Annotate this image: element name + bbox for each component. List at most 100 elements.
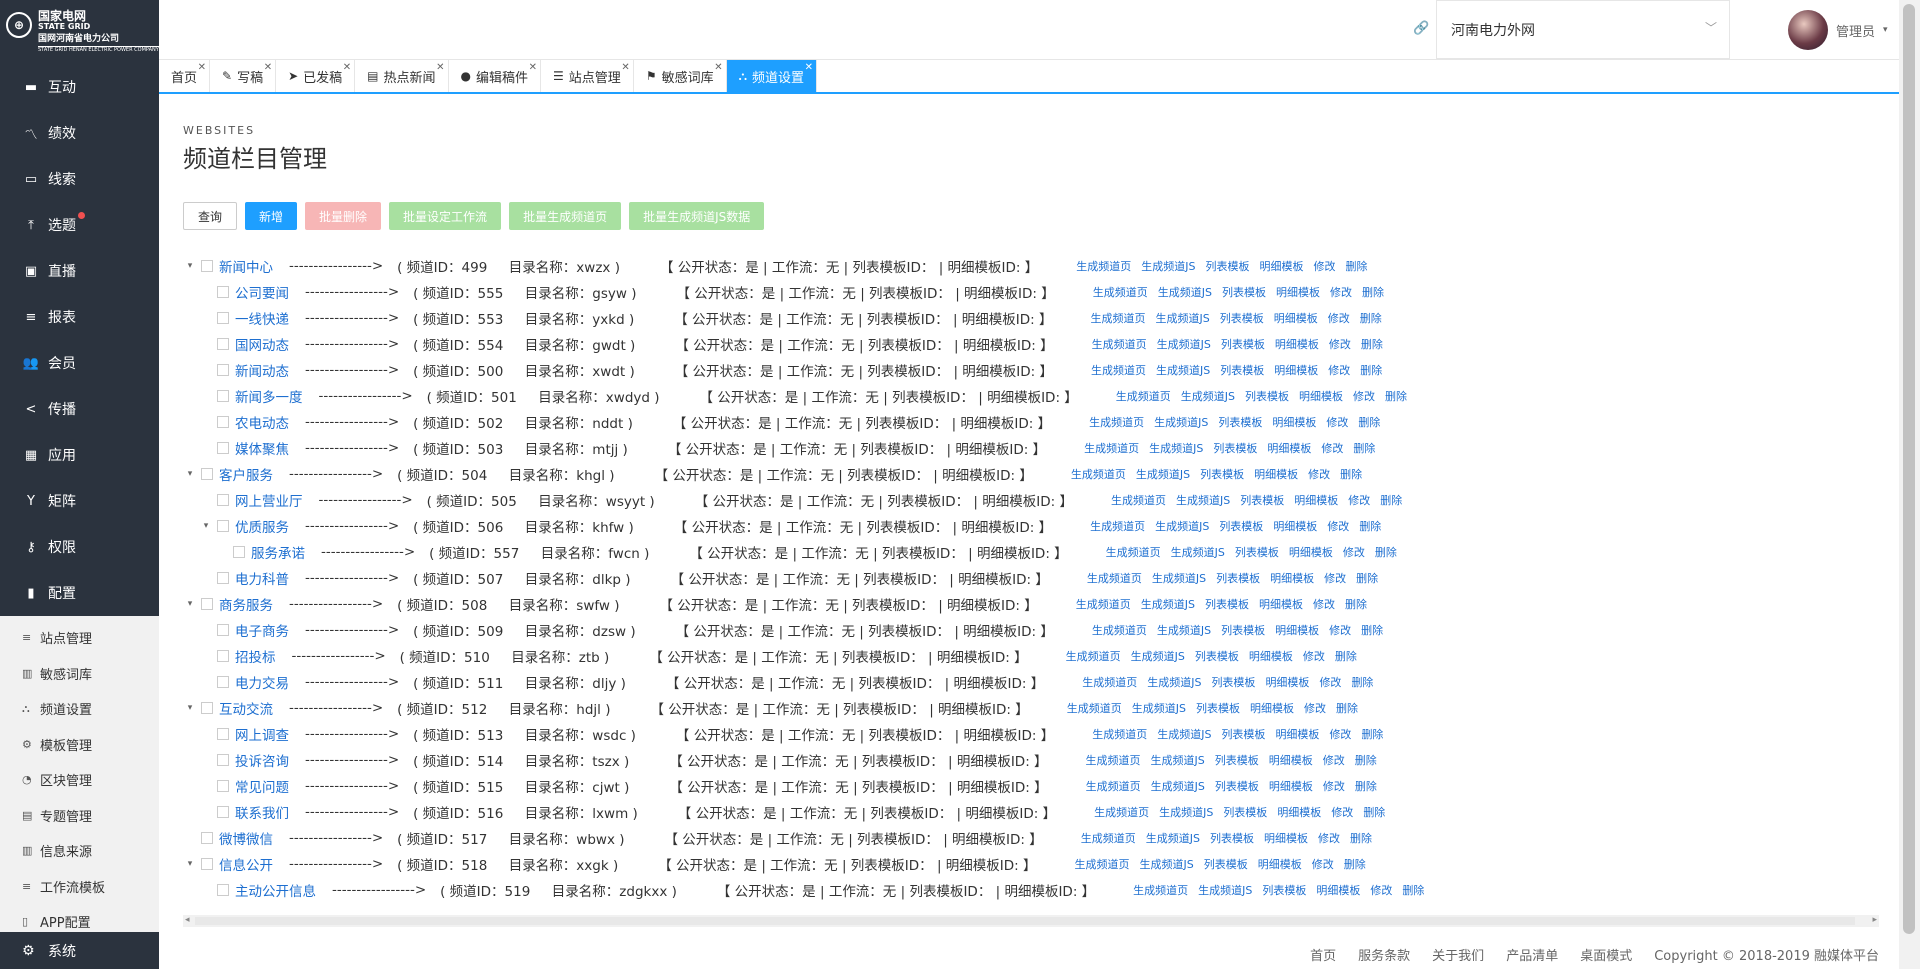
op-link[interactable]: 列表模板 [1211,674,1255,690]
op-link[interactable]: 生成频道JS [1156,310,1210,326]
sidebar-item-10[interactable]: ⚷ 权限 [0,524,159,570]
row-checkbox[interactable] [217,520,229,532]
sidebar-item-system[interactable]: ⚙ 系统 [0,932,159,969]
op-link[interactable]: 生成频道页 [1086,752,1141,768]
op-link[interactable]: 列表模板 [1223,804,1267,820]
row-checkbox[interactable] [217,676,229,688]
submenu-item-3[interactable]: ⚙ 模板管理 [0,727,159,763]
row-checkbox[interactable] [217,754,229,766]
sidebar-item-1[interactable]: 〽 绩效 [0,110,159,156]
op-link[interactable]: 明细模板 [1258,856,1302,872]
op-link[interactable]: 明细模板 [1249,648,1293,664]
op-link[interactable]: 修改 [1348,492,1370,508]
op-link[interactable]: 修改 [1318,830,1340,846]
row-checkbox[interactable] [217,286,229,298]
submenu-item-2[interactable]: ⛬ 频道设置 [0,691,159,727]
op-link[interactable]: 列表模板 [1210,830,1254,846]
row-checkbox[interactable] [217,312,229,324]
op-link[interactable]: 明细模板 [1275,336,1319,352]
op-link[interactable]: 删除 [1336,700,1358,716]
op-link[interactable]: 修改 [1353,388,1375,404]
footer-link[interactable]: 关于我们 [1432,945,1484,964]
op-link[interactable]: 生成频道页 [1076,258,1131,274]
op-link[interactable]: 列表模板 [1215,752,1259,768]
op-link[interactable]: 修改 [1308,466,1330,482]
caret-down-icon[interactable]: ▾ [183,261,197,271]
op-link[interactable]: 生成频道JS [1176,492,1230,508]
op-link[interactable]: 列表模板 [1196,700,1240,716]
op-link[interactable]: 修改 [1370,882,1392,898]
op-link[interactable]: 生成频道JS [1141,596,1195,612]
op-link[interactable]: 生成频道页 [1091,362,1146,378]
op-link[interactable]: 删除 [1380,492,1402,508]
caret-down-icon[interactable]: ▾ [183,859,197,869]
op-link[interactable]: 修改 [1321,440,1343,456]
op-link[interactable]: 明细模板 [1259,596,1303,612]
op-link[interactable]: 明细模板 [1294,492,1338,508]
submenu-item-7[interactable]: ≡ 工作流模板 [0,869,159,905]
sidebar-item-0[interactable]: ▬ 互动 [0,64,159,110]
channel-name[interactable]: 新闻多一度 [235,386,303,406]
op-link[interactable]: 删除 [1335,648,1357,664]
op-link[interactable]: 修改 [1331,804,1353,820]
op-link[interactable]: 列表模板 [1219,518,1263,534]
op-link[interactable]: 生成频道JS [1157,726,1211,742]
tab-5[interactable]: ☰ 站点管理 ✕ [541,60,634,92]
row-checkbox[interactable] [217,806,229,818]
footer-link[interactable]: 首页 [1310,945,1336,964]
channel-name[interactable]: 互动交流 [219,698,273,718]
op-link[interactable]: 修改 [1328,310,1350,326]
close-icon[interactable]: ✕ [529,62,537,73]
op-link[interactable]: 明细模板 [1265,674,1309,690]
op-link[interactable]: 列表模板 [1222,284,1266,300]
scroll-right-icon[interactable]: ▸ [1872,915,1877,925]
op-link[interactable]: 生成频道页 [1091,310,1146,326]
user-menu[interactable]: 管理员 ▾ [1788,10,1888,50]
channel-name[interactable]: 网上营业厅 [235,490,303,510]
op-link[interactable]: 删除 [1345,596,1367,612]
channel-name[interactable]: 一线快递 [235,308,289,328]
op-link[interactable]: 明细模板 [1250,700,1294,716]
op-link[interactable]: 修改 [1323,752,1345,768]
op-link[interactable]: 生成频道页 [1092,726,1147,742]
batch-workflow-button[interactable]: 批量设定工作流 [389,202,502,230]
op-link[interactable]: 修改 [1312,856,1334,872]
op-link[interactable]: 修改 [1328,362,1350,378]
op-link[interactable]: 明细模板 [1274,362,1318,378]
op-link[interactable]: 明细模板 [1299,388,1343,404]
sidebar-item-8[interactable]: ▦ 应用 [0,432,159,478]
op-link[interactable]: 删除 [1353,440,1375,456]
op-link[interactable]: 列表模板 [1215,778,1259,794]
op-link[interactable]: 生成频道JS [1141,258,1195,274]
channel-name[interactable]: 优质服务 [235,516,289,536]
op-link[interactable]: 生成频道JS [1151,752,1205,768]
op-link[interactable]: 修改 [1326,414,1348,430]
caret-down-icon[interactable]: ▾ [199,521,213,531]
tab-6[interactable]: ⚑ 敏感词库 ✕ [634,60,727,92]
op-link[interactable]: 删除 [1385,388,1407,404]
op-link[interactable]: 生成频道页 [1089,414,1144,430]
channel-name[interactable]: 投诉咨询 [235,750,289,770]
channel-name[interactable]: 新闻中心 [219,256,273,276]
link-icon[interactable]: 🔗 [1413,21,1429,36]
channel-name[interactable]: 服务承诺 [251,542,305,562]
op-link[interactable]: 明细模板 [1275,726,1319,742]
op-link[interactable]: 生成频道JS [1155,518,1209,534]
op-link[interactable]: 列表模板 [1262,882,1306,898]
vertical-scrollbar[interactable] [1899,0,1920,969]
op-link[interactable]: 生成频道页 [1116,388,1171,404]
op-link[interactable]: 删除 [1363,804,1385,820]
row-checkbox[interactable] [201,858,213,870]
op-link[interactable]: 列表模板 [1220,310,1264,326]
tab-2[interactable]: ➤ 已发稿 ✕ [276,60,356,92]
op-link[interactable]: 明细模板 [1272,414,1316,430]
op-link[interactable]: 删除 [1358,414,1380,430]
sidebar-item-7[interactable]: < 传播 [0,386,159,432]
sidebar-item-2[interactable]: ▭ 线索 [0,156,159,202]
row-checkbox[interactable] [217,780,229,792]
op-link[interactable]: 生成频道页 [1067,700,1122,716]
sidebar-item-4[interactable]: ▣ 直播 [0,248,159,294]
channel-name[interactable]: 网上调查 [235,724,289,744]
op-link[interactable]: 生成频道页 [1081,830,1136,846]
op-link[interactable]: 明细模板 [1274,310,1318,326]
